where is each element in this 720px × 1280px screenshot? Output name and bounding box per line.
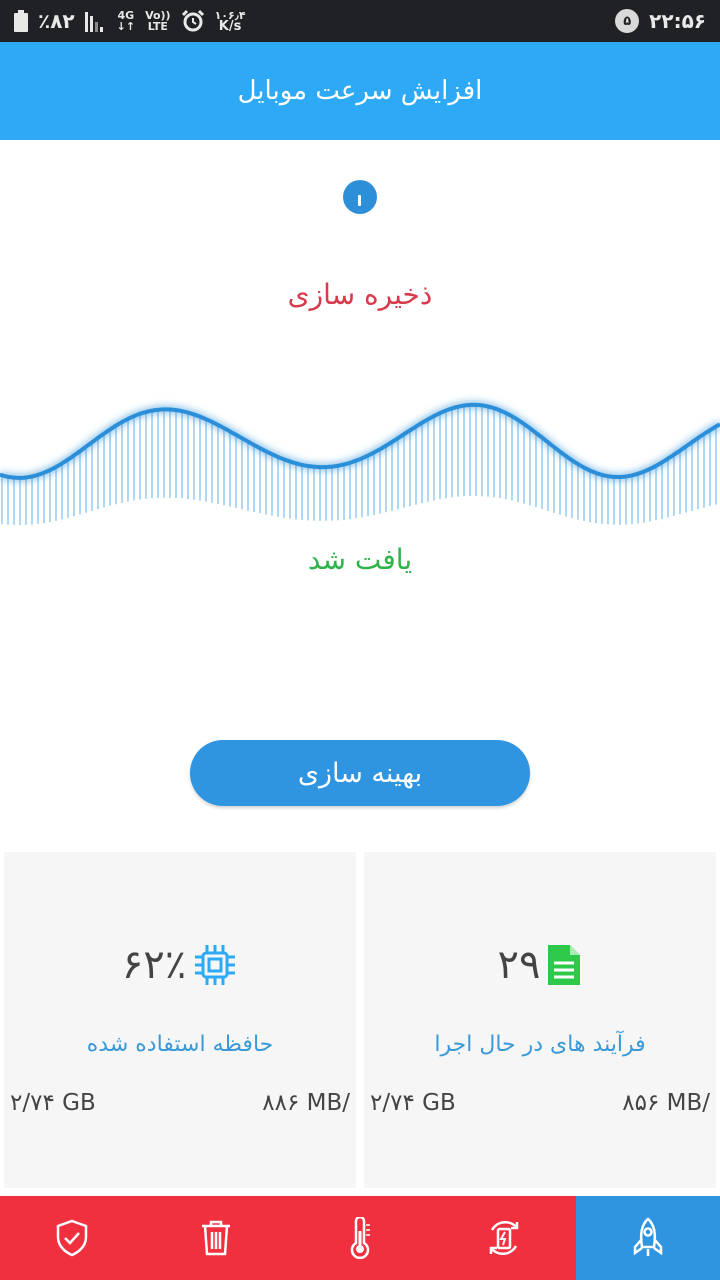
sound-wave-visualization [0, 402, 720, 526]
app-screen: ٪۸۲ 4G ↓↑ Vo)) LTE ۱۰۶٫۴ K/s ۵ ۲۲:۵۶ افز… [0, 0, 720, 1280]
network-speed: ۱۰۶٫۴ K/s [214, 9, 246, 34]
processes-card-label: فرآیند های در حال اجرا [434, 1032, 646, 1057]
memory-usage-value: ۶۲٪ [121, 942, 187, 988]
status-bar-right: ۵ ۲۲:۵۶ [615, 9, 706, 33]
signal-icon [84, 12, 103, 32]
processes-used: ۸۵۶ MB/ [622, 1090, 710, 1116]
nav-item-junk-cleaner[interactable] [144, 1196, 288, 1280]
nav-item-battery-saver[interactable] [432, 1196, 576, 1280]
processes-card-header: ۲۹ [364, 940, 716, 990]
status-bar-left: ٪۸۲ 4G ↓↑ Vo)) LTE ۱۰۶٫۴ K/s [14, 9, 246, 33]
battery-charge-icon [489, 1221, 519, 1255]
rocket-icon [633, 1217, 663, 1256]
memory-total: ۲/۷۴ GB [10, 1090, 96, 1116]
page-title: افزایش سرعت موبایل [237, 76, 483, 106]
nav-item-booster[interactable] [576, 1196, 720, 1280]
saving-label: ذخیره سازی [287, 278, 433, 311]
nav-item-cpu-cooler[interactable] [288, 1196, 432, 1280]
processes-total: ۲/۷۴ GB [370, 1090, 456, 1116]
trash-icon [202, 1220, 230, 1256]
clock: ۲۲:۵۶ [649, 9, 706, 33]
thermometer-icon [350, 1217, 370, 1259]
found-label: یافت شد [307, 543, 413, 576]
chip-icon [195, 945, 236, 985]
network-type: 4G ↓↑ [116, 9, 136, 33]
wave-bars [1, 404, 717, 526]
memory-card-label: حافظه استفاده شده [86, 1032, 274, 1057]
memory-card: ۶۲٪ حافظه استفاده شده ۲/۷۴ GB ۸۸۶ MB/ [4, 852, 356, 1188]
data-arrows-icon: ↓↑ [116, 20, 136, 33]
battery-percent: ٪۸۲ [38, 9, 75, 33]
loading-spinner-icon [343, 180, 377, 214]
memory-card-footer: ۲/۷۴ GB ۸۸۶ MB/ [4, 1090, 356, 1116]
processes-card: ۲۹ فرآیند های در حال اجرا ۲/۷۴ GB ۸۵۶ MB… [364, 852, 716, 1188]
app-bar: افزایش سرعت موبایل [0, 42, 720, 140]
memory-used: ۸۸۶ MB/ [262, 1090, 350, 1116]
wave-line [0, 402, 720, 480]
status-bar: ٪۸۲ 4G ↓↑ Vo)) LTE ۱۰۶٫۴ K/s ۵ ۲۲:۵۶ [0, 0, 720, 42]
processes-card-footer: ۲/۷۴ GB ۸۵۶ MB/ [364, 1090, 716, 1116]
volte-indicator: Vo)) LTE [145, 9, 171, 33]
memory-card-header: ۶۲٪ [4, 940, 356, 990]
alarm-icon [181, 9, 204, 32]
notification-badge: ۵ [615, 9, 640, 33]
nav-item-security[interactable] [0, 1196, 144, 1280]
optimize-button[interactable]: بهینه سازی [190, 740, 530, 806]
document-icon [548, 945, 581, 985]
shield-check-icon [56, 1219, 88, 1257]
bottom-nav [0, 1196, 720, 1280]
battery-icon [14, 10, 28, 32]
processes-count: ۲۹ [497, 942, 541, 988]
